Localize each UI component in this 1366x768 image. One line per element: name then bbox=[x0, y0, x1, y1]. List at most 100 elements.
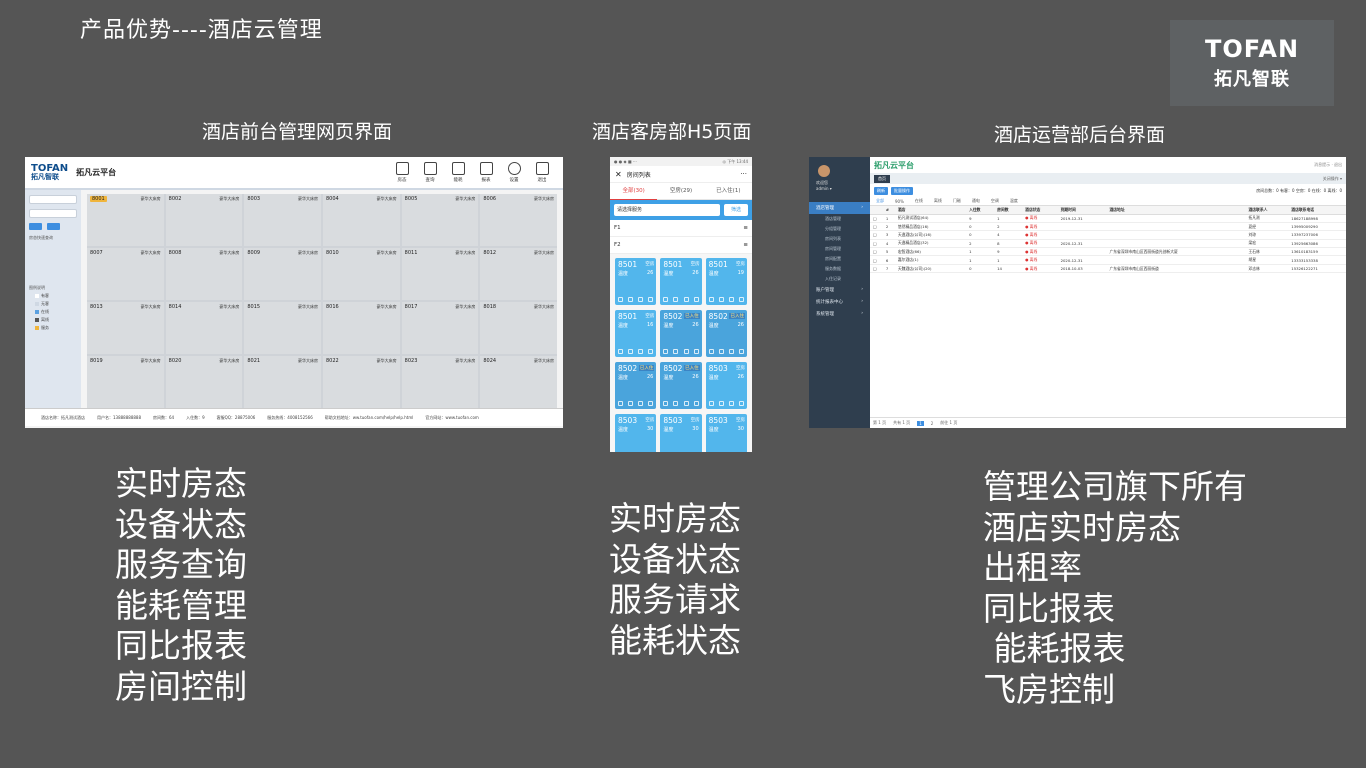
admin-user-menu[interactable]: admin ▾ bbox=[816, 186, 870, 192]
filter-tab[interactable]: 空调 bbox=[991, 198, 999, 204]
room-card[interactable]: 8502 已入住 温度 26 bbox=[660, 310, 702, 357]
room-cell[interactable]: 8024 豪华大床房 bbox=[480, 356, 557, 408]
room-card[interactable]: 8501 空房 温度 16 bbox=[615, 310, 657, 357]
menu-item[interactable]: 系统管理 › bbox=[809, 308, 870, 320]
room-card[interactable]: 8501 空房 温度 26 bbox=[615, 258, 657, 305]
pager-item[interactable]: 共有 1 页 bbox=[893, 420, 910, 426]
room-cell[interactable]: 8005 豪华大床房 bbox=[401, 194, 479, 246]
submenu-item[interactable]: 房间管理 bbox=[809, 244, 870, 254]
nav-query[interactable]: 查询 bbox=[419, 162, 441, 183]
nav-settings[interactable]: 设置 bbox=[503, 162, 525, 183]
room-cell[interactable]: 8006 豪华大床房 bbox=[480, 194, 557, 246]
close-icon[interactable]: ✕ bbox=[615, 170, 622, 179]
row-checkbox[interactable]: □ bbox=[870, 264, 883, 274]
row-checkbox[interactable]: □ bbox=[870, 255, 883, 265]
service-select[interactable]: 请选择服务 bbox=[614, 204, 720, 216]
submenu-item[interactable]: 房间配置 bbox=[809, 254, 870, 264]
row-checkbox[interactable]: □ bbox=[870, 230, 883, 240]
filter-tab[interactable]: 通电 bbox=[972, 198, 980, 204]
room-cell[interactable]: 8020 豪华大床房 bbox=[165, 356, 243, 408]
filter-tab[interactable]: 门磁 bbox=[953, 198, 961, 204]
table-row[interactable]: □ 5 宏智酒店(66) 1 9 ● 离线 广东省深圳市南山区西丽街道光创新大厦 王石林 136… bbox=[870, 247, 1346, 257]
submenu-item[interactable]: 房间列表 bbox=[809, 234, 870, 244]
filter-tab[interactable]: 在线 bbox=[915, 198, 923, 204]
table-row[interactable]: □ 6 嘉尔酒店(1) 1 1 ● 离线 2020-12-31 胡星 13333153338 bbox=[870, 255, 1346, 265]
tab-vacant[interactable]: 空房(29) bbox=[657, 183, 704, 200]
row-checkbox[interactable]: □ bbox=[870, 247, 883, 257]
filter-button[interactable]: 筛选 bbox=[724, 204, 748, 216]
nav-logout[interactable]: 退出 bbox=[531, 162, 553, 183]
room-card[interactable]: 8501 空房 温度 26 bbox=[660, 258, 702, 305]
submenu-item[interactable]: 分组管理 bbox=[809, 224, 870, 234]
row-checkbox[interactable]: □ bbox=[870, 214, 883, 223]
room-cell[interactable]: 8004 豪华大床房 bbox=[322, 194, 400, 246]
room-cell[interactable]: 8015 豪华大床房 bbox=[244, 302, 321, 354]
footer-item[interactable]: 官方网站：www.tuofan.com bbox=[425, 415, 478, 421]
sidebar-checkbox-group[interactable] bbox=[29, 243, 77, 283]
nav-room-status[interactable]: 房态 bbox=[391, 162, 413, 183]
room-cell[interactable]: 8016 豪华大床房 bbox=[322, 302, 400, 354]
room-cell[interactable]: 8007 豪华大床房 bbox=[87, 248, 164, 300]
menu-item[interactable]: 统计报表中心 › bbox=[809, 296, 870, 308]
room-cell[interactable]: 8003 豪华大床房 bbox=[244, 194, 321, 246]
nav-report[interactable]: 报表 bbox=[475, 162, 497, 183]
tab-occupied[interactable]: 已入住(1) bbox=[705, 183, 752, 200]
menu-item[interactable]: 账户管理 › bbox=[809, 284, 870, 296]
room-cell[interactable]: 8002 豪华大床房 bbox=[165, 194, 243, 246]
tab-home[interactable]: 首页 bbox=[874, 174, 890, 183]
floor-row[interactable]: F1 ≡ bbox=[610, 220, 752, 237]
room-cell[interactable]: 8014 豪华大床房 bbox=[165, 302, 243, 354]
pager-item[interactable]: 前往 1 页 bbox=[940, 420, 957, 426]
room-card[interactable]: 8503 空房 温度 30 bbox=[705, 414, 747, 452]
room-card[interactable]: 8502 已入住 温度 26 bbox=[705, 310, 747, 357]
row-checkbox[interactable]: □ bbox=[870, 222, 883, 232]
submenu-item[interactable]: 入住记录 bbox=[809, 274, 870, 284]
pager-item[interactable]: 2 bbox=[931, 421, 934, 426]
sidebar-search-button[interactable] bbox=[29, 223, 42, 230]
room-card[interactable]: 8503 空房 温度 30 bbox=[615, 414, 657, 452]
close-actions[interactable]: 关闭操作 ▾ bbox=[1323, 176, 1342, 182]
room-cell[interactable]: 8010 豪华大床房 bbox=[322, 248, 400, 300]
tab-all[interactable]: 全部(30) bbox=[610, 183, 658, 200]
room-card[interactable]: 8503 空房 温度 30 bbox=[660, 414, 702, 452]
sidebar-reset-button[interactable] bbox=[47, 223, 60, 230]
room-cell[interactable]: 8009 豪华大床房 bbox=[244, 248, 321, 300]
room-cell[interactable]: 8018 豪华大床房 bbox=[480, 302, 557, 354]
row-checkbox[interactable]: □ bbox=[870, 239, 883, 249]
filter-tab[interactable]: 温度 bbox=[1010, 198, 1018, 204]
room-cell[interactable]: 8022 豪华大床房 bbox=[322, 356, 400, 408]
room-cell[interactable]: 8017 豪华大床房 bbox=[401, 302, 479, 354]
room-cell[interactable]: 8008 豪华大床房 bbox=[165, 248, 243, 300]
filter-tab[interactable]: 离线 bbox=[934, 198, 942, 204]
filter-tab[interactable]: 全部 bbox=[876, 198, 884, 204]
room-cell[interactable]: 8021 豪华大床房 bbox=[244, 356, 321, 408]
table-row[interactable]: □ 7 天魏酒店(公司)(20) 0 14 ● 离线 2018-10-03 广东省深圳市南山区… bbox=[870, 264, 1346, 274]
table-row[interactable]: □ 3 天逸酒店(公司)(16) 0 4 ● 离线 刘琼 13397237006 bbox=[870, 230, 1346, 240]
filter-tab[interactable]: 90% bbox=[895, 199, 904, 204]
sidebar-input[interactable] bbox=[29, 209, 77, 218]
room-cell[interactable]: 8012 豪华大床房 bbox=[480, 248, 557, 300]
room-cell[interactable]: 8023 豪华大床房 bbox=[401, 356, 479, 408]
room-cell[interactable]: 8013 豪华大床房 bbox=[87, 302, 164, 354]
table-row[interactable]: □ 2 悠然精品酒店(16) 0 2 ● 离线 夏经 13995009290 bbox=[870, 222, 1346, 232]
submenu-item[interactable]: 酒店管理 bbox=[809, 214, 870, 224]
pager-item[interactable]: 1 bbox=[917, 420, 924, 426]
room-card[interactable]: 8502 已入住 温度 26 bbox=[660, 362, 702, 409]
room-card[interactable]: 8501 空房 温度 19 bbox=[705, 258, 747, 305]
refresh-button[interactable]: 刷新 bbox=[874, 186, 888, 195]
submenu-item[interactable]: 服务数据 bbox=[809, 264, 870, 274]
more-icon[interactable]: ··· bbox=[740, 170, 747, 178]
footer-item[interactable]: 帮助文档地址：ww.tuofan.com/help/help.html bbox=[325, 415, 414, 421]
room-cell[interactable]: 8001 豪华大床房 bbox=[87, 194, 164, 246]
nav-energy[interactable]: 能耗 bbox=[447, 162, 469, 183]
sidebar-input[interactable] bbox=[29, 195, 77, 204]
room-card[interactable]: 8503 空房 温度 26 bbox=[705, 362, 747, 409]
table-row[interactable]: □ 1 拓凡测试酒店(64) 9 1 ● 离线 2019-12-31 拓凡测 186271889… bbox=[870, 214, 1346, 223]
menu-hotel-management[interactable]: 酒店管理 › bbox=[809, 202, 870, 214]
room-cell[interactable]: 8011 豪华大床房 bbox=[401, 248, 479, 300]
checkbox-header[interactable] bbox=[870, 206, 883, 215]
table-row[interactable]: □ 4 天逸精品酒店(32) 2 8 ● 离线 2020-12-31 梁宏 1392566308… bbox=[870, 239, 1346, 249]
floor-row[interactable]: F2 ≡ bbox=[610, 237, 752, 254]
admin-top-actions[interactable]: 消息提示 · 退出 bbox=[1314, 162, 1342, 168]
room-cell[interactable]: 8019 豪华大床房 bbox=[87, 356, 164, 408]
